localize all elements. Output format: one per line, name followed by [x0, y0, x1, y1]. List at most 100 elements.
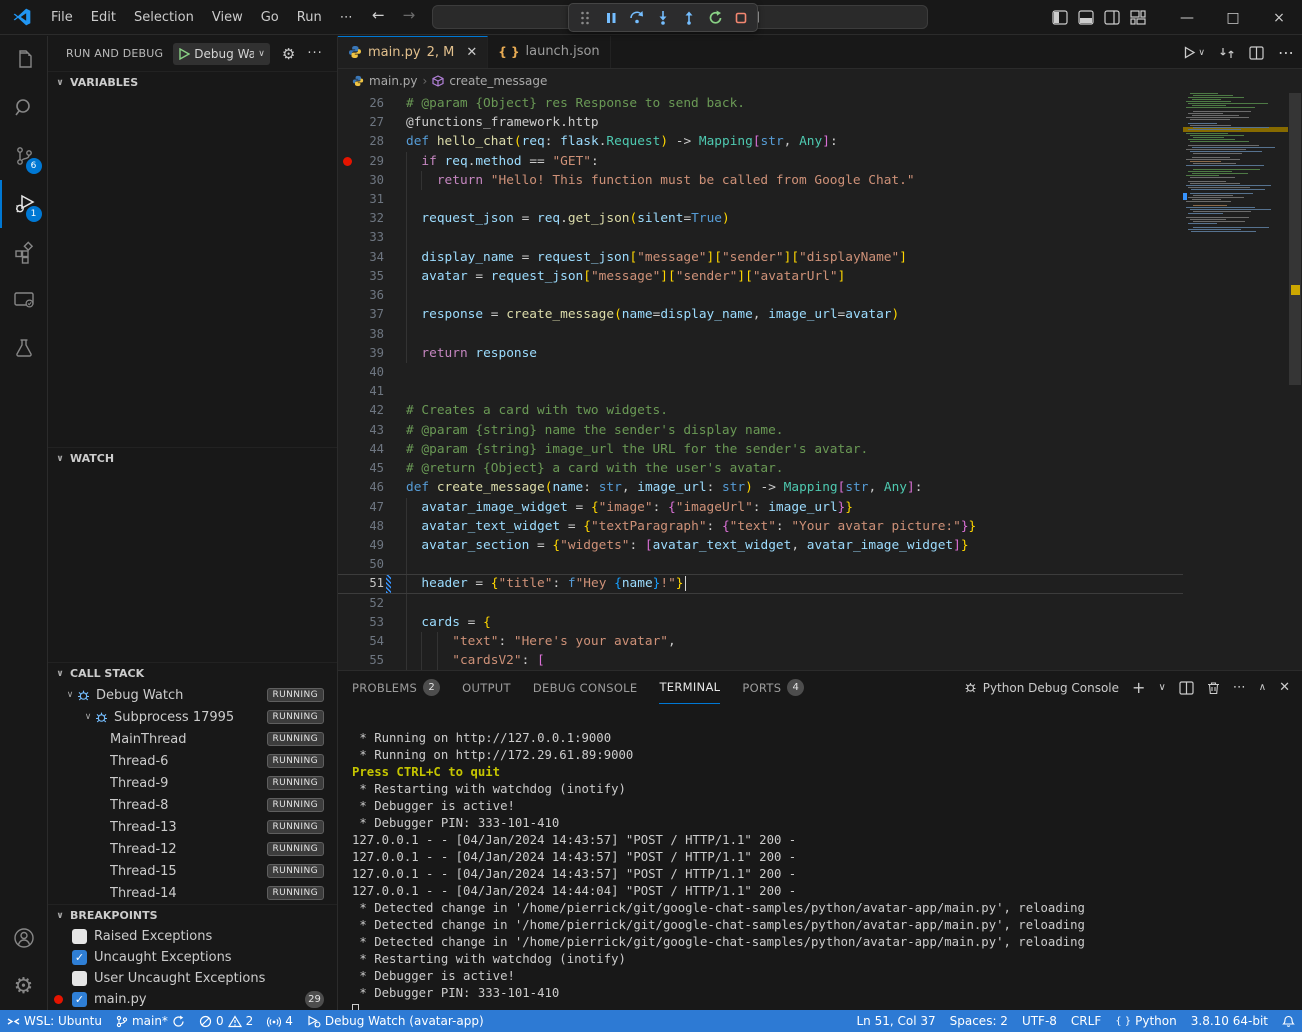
menu-view[interactable]: View	[203, 6, 252, 29]
checkbox[interactable]: ✓	[72, 950, 87, 965]
breakpoint-margin[interactable]	[338, 651, 357, 670]
breakpoint-margin[interactable]	[338, 267, 357, 286]
restart-button[interactable]	[703, 6, 727, 30]
breakpoint-margin[interactable]	[338, 286, 357, 305]
terminal-profile-label[interactable]: Python Debug Console	[963, 680, 1119, 695]
menu-run[interactable]: Run	[288, 6, 331, 29]
panel-tab-terminal[interactable]: TERMINAL	[659, 671, 720, 704]
panel-tab-ports[interactable]: PORTS4	[742, 671, 804, 704]
close-panel-icon[interactable]: ✕	[1279, 680, 1290, 695]
debug-config-dropdown[interactable]: Debug Wa ∨	[173, 43, 270, 65]
code-line-46[interactable]: 46def create_message(name: str, image_ur…	[338, 478, 1183, 497]
breakpoint-margin[interactable]	[338, 421, 357, 440]
breadcrumb-file[interactable]: main.py	[369, 74, 418, 88]
drag-handle-icon[interactable]	[573, 6, 597, 30]
breakpoint-margin[interactable]	[338, 517, 357, 536]
checkbox[interactable]	[72, 971, 87, 986]
breakpoint-item[interactable]: ✓main.py29	[48, 989, 337, 1010]
call-stack-item[interactable]: ∨Subprocess 17995RUNNING	[48, 706, 337, 728]
step-into-button[interactable]	[651, 6, 675, 30]
pause-button[interactable]	[599, 6, 623, 30]
code-line-32[interactable]: 32 request_json = req.get_json(silent=Tr…	[338, 209, 1183, 228]
code-line-48[interactable]: 48 avatar_text_widget = {"textParagraph"…	[338, 517, 1183, 536]
breakpoint-margin[interactable]	[338, 363, 357, 382]
code-line-49[interactable]: 49 avatar_section = {"widgets": [avatar_…	[338, 536, 1183, 555]
problems-status[interactable]: 0 2	[192, 1010, 260, 1032]
debug-session-status[interactable]: Debug Watch (avatar-app)	[300, 1010, 491, 1032]
new-terminal-icon[interactable]: +	[1132, 678, 1145, 697]
nav-back-icon[interactable]: ←	[372, 6, 385, 24]
call-stack-item[interactable]: Thread-15RUNNING	[48, 860, 337, 882]
sidebar-more-actions-icon[interactable]: ···	[307, 46, 322, 61]
code-line-36[interactable]: 36	[338, 286, 1183, 305]
ports-status[interactable]: 4	[260, 1010, 300, 1032]
panel-tab-output[interactable]: OUTPUT	[462, 671, 511, 704]
open-changes-icon[interactable]	[1219, 46, 1235, 60]
breakpoint-margin[interactable]	[338, 440, 357, 459]
toggle-primary-sidebar-icon[interactable]	[1052, 10, 1068, 25]
code-line-29[interactable]: 29 if req.method == "GET":	[338, 152, 1183, 171]
step-out-button[interactable]	[677, 6, 701, 30]
activitybar-search[interactable]	[0, 84, 48, 132]
activitybar-remote-explorer[interactable]	[0, 276, 48, 324]
code-line-31[interactable]: 31	[338, 190, 1183, 209]
close-tab-icon[interactable]: ✕	[466, 45, 477, 60]
activitybar-source-control[interactable]: 6	[0, 132, 48, 180]
breakpoint-margin[interactable]	[338, 382, 357, 401]
call-stack-item[interactable]: Thread-8RUNNING	[48, 794, 337, 816]
kill-terminal-trash-icon[interactable]	[1207, 681, 1220, 695]
maximize-panel-icon[interactable]: ∧	[1259, 682, 1266, 693]
python-interpreter-status[interactable]: 3.8.10 64-bit	[1184, 1010, 1275, 1032]
breakpoint-margin[interactable]	[338, 305, 357, 324]
menu-more[interactable]: ⋯	[331, 6, 362, 29]
activitybar-explorer[interactable]	[0, 36, 48, 84]
breakpoint-margin[interactable]	[338, 459, 357, 478]
code-line-37[interactable]: 37 response = create_message(name=displa…	[338, 305, 1183, 324]
section-variables[interactable]: ∨ VARIABLES	[48, 71, 337, 93]
call-stack-item[interactable]: Thread-9RUNNING	[48, 772, 337, 794]
code-line-50[interactable]: 50	[338, 555, 1183, 574]
section-call-stack[interactable]: ∨ CALL STACK	[48, 662, 337, 684]
breakpoint-margin[interactable]	[338, 325, 357, 344]
call-stack-item[interactable]: ∨Debug WatchRUNNING	[48, 684, 337, 706]
breakpoint-item[interactable]: Raised Exceptions	[48, 926, 337, 947]
activitybar-settings[interactable]: ⚙	[0, 962, 48, 1010]
code-line-43[interactable]: 43# @param {string} name the sender's di…	[338, 421, 1183, 440]
breakpoint-margin[interactable]	[338, 344, 357, 363]
code-editor[interactable]: 26# @param {Object} res Response to send…	[338, 93, 1302, 670]
checkbox[interactable]	[72, 929, 87, 944]
code-line-44[interactable]: 44# @param {string} image_url the URL fo…	[338, 440, 1183, 459]
tab-launch-json[interactable]: { } launch.json	[488, 36, 610, 68]
close-button[interactable]: ×	[1256, 0, 1302, 35]
breakpoint-margin[interactable]	[338, 94, 357, 113]
breakpoint-margin[interactable]	[338, 632, 357, 651]
breakpoint-margin[interactable]	[338, 228, 357, 247]
tab-main-py[interactable]: main.py 2, M ✕	[338, 36, 488, 68]
indentation-status[interactable]: Spaces: 2	[943, 1010, 1015, 1032]
stop-button[interactable]	[729, 6, 753, 30]
git-branch-status[interactable]: main*	[109, 1010, 192, 1032]
language-mode-status[interactable]: { } Python	[1108, 1010, 1184, 1032]
breakpoint-margin[interactable]	[338, 190, 357, 209]
breakpoint-margin[interactable]	[338, 575, 357, 592]
terminal-output[interactable]: * Running on http://127.0.0.1:9000 * Run…	[338, 704, 1302, 1010]
breakpoint-margin[interactable]	[338, 498, 357, 517]
breakpoint-item[interactable]: ✓Uncaught Exceptions	[48, 947, 337, 968]
cursor-position-status[interactable]: Ln 51, Col 37	[849, 1010, 942, 1032]
code-line-41[interactable]: 41	[338, 382, 1183, 401]
code-line-51[interactable]: 51 header = {"title": f"Hey {name}!"}	[338, 574, 1183, 593]
menu-file[interactable]: File	[42, 6, 82, 29]
code-line-42[interactable]: 42# Creates a card with two widgets.	[338, 401, 1183, 420]
activitybar-extensions[interactable]	[0, 228, 48, 276]
code-line-30[interactable]: 30 return "Hello! This function must be …	[338, 171, 1183, 190]
scrollbar-slider[interactable]	[1289, 93, 1301, 385]
code-line-26[interactable]: 26# @param {Object} res Response to send…	[338, 94, 1183, 113]
call-stack-item[interactable]: Thread-13RUNNING	[48, 816, 337, 838]
code-line-54[interactable]: 54 "text": "Here's your avatar",	[338, 632, 1183, 651]
section-watch[interactable]: ∨ WATCH	[48, 447, 337, 469]
encoding-status[interactable]: UTF-8	[1015, 1010, 1064, 1032]
breakpoint-margin[interactable]	[338, 132, 357, 151]
code-line-52[interactable]: 52	[338, 594, 1183, 613]
code-line-40[interactable]: 40	[338, 363, 1183, 382]
call-stack-item[interactable]: Thread-14RUNNING	[48, 882, 337, 904]
